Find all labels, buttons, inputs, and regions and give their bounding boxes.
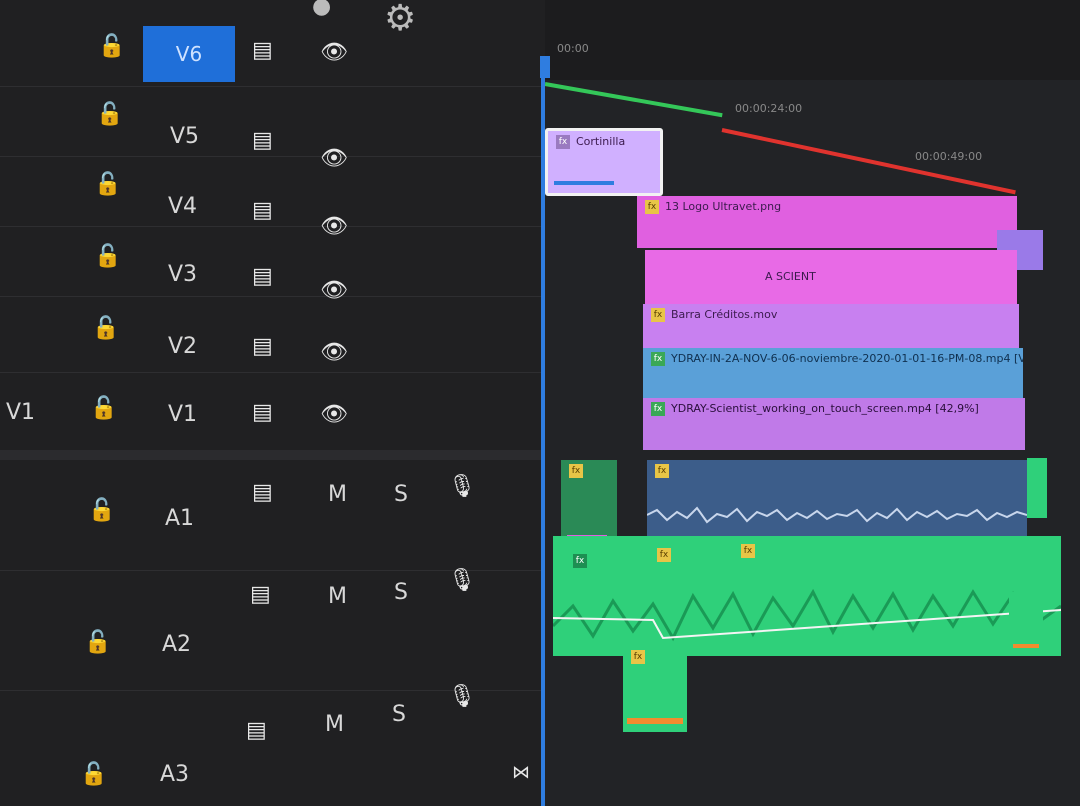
lock-icon[interactable]: 🔓 [94, 174, 121, 196]
eye-icon[interactable]: 👁 [320, 42, 348, 64]
audio-clip-a2[interactable]: fx fx fx [553, 536, 1061, 656]
fx-badge: fx [569, 464, 583, 478]
waveform [647, 506, 1027, 524]
clip-a-scient[interactable]: A SCIENT [645, 250, 1017, 304]
clip-ydray-in[interactable]: fx YDRAY-IN-2A-NOV-6-06-noviembre-2020-01… [643, 348, 1023, 398]
solo-button-a2[interactable]: S [394, 580, 408, 605]
sync-lock-icon[interactable]: ▤ [252, 130, 273, 152]
mute-button-a3[interactable]: M [325, 712, 344, 737]
clip-logo[interactable]: fx 13 Logo Ultravet.png [637, 196, 1017, 248]
lock-icon[interactable]: 🔓 [90, 398, 117, 420]
marker-icon[interactable]: ● [312, 0, 331, 19]
solo-button-a3[interactable]: S [392, 702, 406, 727]
track-label-v2[interactable]: V2 [168, 334, 197, 359]
microphone-icon[interactable]: 🎙 [448, 686, 476, 708]
clip-ydray-scientist[interactable]: fx YDRAY-Scientist_working_on_touch_scree… [643, 398, 1025, 450]
mute-button-a2[interactable]: M [328, 584, 347, 609]
audio-clip-a1-end[interactable] [1027, 458, 1047, 518]
track-header-panel: ● ⚙ 🔓 V6 ▤ 👁 🔓 V5 ▤ 👁 🔓 V4 ▤ 👁 🔓 V3 ▤ 👁 … [0, 0, 545, 806]
track-label-v4[interactable]: V4 [168, 194, 197, 219]
ruler-label: 00:00 [557, 42, 589, 55]
track-label-a1[interactable]: A1 [165, 506, 194, 531]
eye-icon[interactable]: 👁 [320, 342, 348, 364]
audio-clip-a3[interactable]: fx [623, 646, 687, 732]
sync-lock-icon[interactable]: ▤ [252, 402, 273, 424]
audio-clip-a2-end[interactable] [1009, 592, 1043, 652]
lock-icon[interactable]: 🔓 [92, 318, 119, 340]
clip-progress [1013, 644, 1039, 648]
track-row-v4: 🔓 V4 ▤ 👁 [0, 156, 545, 238]
lock-icon[interactable]: 🔓 [84, 632, 111, 654]
track-row-a2: 🔓 A2 ▤ M S 🎙 [0, 570, 545, 691]
ruler-label: 00:00:49:00 [915, 150, 983, 163]
sync-lock-icon[interactable]: ▤ [252, 200, 273, 222]
mute-button-a1[interactable]: M [328, 482, 347, 507]
lock-icon[interactable]: 🔓 [88, 500, 115, 522]
track-row-v1: V1 🔓 V1 ▤ 👁 [0, 372, 545, 451]
track-label-v3[interactable]: V3 [168, 262, 197, 287]
microphone-icon[interactable]: 🎙 [448, 570, 476, 592]
fx-badge: fx [645, 200, 659, 214]
fx-badge: fx [651, 308, 665, 322]
time-ruler[interactable]: 00:00 [545, 0, 1080, 80]
scroll-handle-icon[interactable]: ⋈ [512, 764, 530, 782]
clip-progress [554, 181, 614, 185]
microphone-icon[interactable]: 🎙 [448, 476, 476, 498]
playhead[interactable] [541, 58, 545, 806]
sync-lock-icon[interactable]: ▤ [252, 40, 273, 62]
fx-badge: fx [657, 548, 671, 562]
waveform [553, 588, 1061, 642]
lock-icon[interactable]: 🔓 [80, 764, 107, 786]
track-row-v5: 🔓 V5 ▤ 👁 [0, 86, 545, 170]
track-row-a1: 🔓 A1 ▤ M S 🎙 [0, 460, 545, 571]
track-label-a3[interactable]: A3 [160, 762, 189, 787]
fx-badge: fx [651, 402, 665, 416]
video-audio-divider[interactable] [0, 450, 545, 460]
ruler-label: 00:00:24:00 [735, 102, 803, 115]
lock-icon[interactable]: 🔓 [96, 104, 123, 126]
clip-progress [627, 718, 683, 724]
track-row-v6: 🔓 V6 ▤ 👁 [0, 22, 545, 87]
audio-clip-a1-left[interactable]: fx [561, 460, 617, 546]
lock-icon[interactable]: 🔓 [98, 36, 125, 58]
sync-lock-icon[interactable]: ▤ [250, 584, 271, 606]
sync-lock-icon[interactable]: ▤ [252, 336, 273, 358]
sync-lock-icon[interactable]: ▤ [252, 266, 273, 288]
source-patch-v1[interactable]: V1 [6, 400, 35, 425]
sync-lock-icon[interactable]: ▤ [246, 720, 267, 742]
fx-badge: fx [556, 135, 570, 149]
track-row-a3: 🔓 A3 ▤ M S 🎙 ⋈ [0, 686, 545, 806]
fx-badge: fx [651, 352, 665, 366]
lock-icon[interactable]: 🔓 [94, 246, 121, 268]
timeline-panel[interactable]: 00:00 00:00:24:00 00:00:49:00 fx Cortinil… [545, 0, 1080, 806]
track-target-v6[interactable]: V6 [143, 26, 235, 82]
track-label-v5[interactable]: V5 [170, 124, 199, 149]
eye-icon[interactable]: 👁 [320, 404, 348, 426]
track-label-v1[interactable]: V1 [168, 402, 197, 427]
solo-button-a1[interactable]: S [394, 482, 408, 507]
track-row-v2: 🔓 V2 ▤ 👁 [0, 296, 545, 373]
fx-badge: fx [655, 464, 669, 478]
audio-clip-a1[interactable]: fx [647, 460, 1027, 540]
track-label-a2[interactable]: A2 [162, 632, 191, 657]
fx-badge: fx [631, 650, 645, 664]
fx-badge: fx [741, 544, 755, 558]
clip-cortinilla[interactable]: fx Cortinilla [545, 128, 663, 196]
sync-lock-icon[interactable]: ▤ [252, 482, 273, 504]
track-row-v3: 🔓 V3 ▤ 👁 [0, 226, 545, 302]
clip-barra-creditos[interactable]: fx Barra Créditos.mov [643, 304, 1019, 348]
